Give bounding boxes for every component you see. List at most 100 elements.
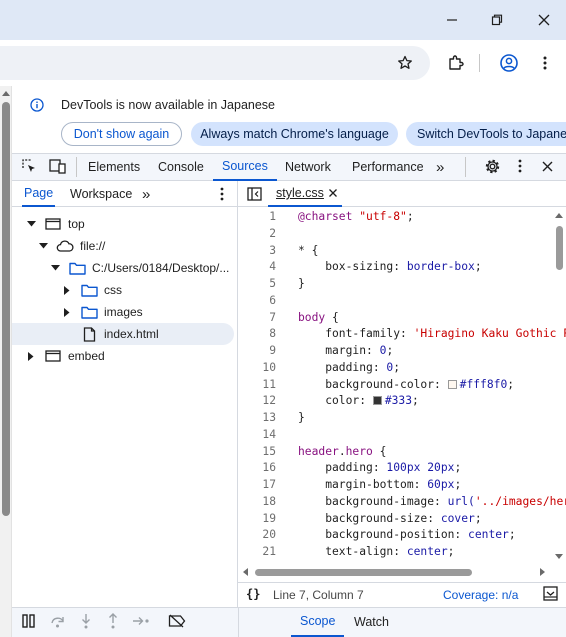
dont-show-again-button[interactable]: Don't show again — [61, 122, 182, 146]
bookmark-star-button[interactable] — [391, 49, 419, 77]
step-into-icon[interactable] — [79, 613, 93, 629]
more-tabs-button[interactable]: » — [436, 153, 444, 181]
code-line[interactable]: background-image: url('../images/hero.jp… — [298, 495, 566, 508]
coverage-link[interactable]: Coverage: n/a — [443, 588, 518, 602]
code-line[interactable]: margin-bottom: 60px; — [298, 478, 461, 491]
tree-item[interactable]: top — [12, 213, 234, 235]
tab-page[interactable]: Page — [22, 181, 56, 207]
step-over-icon[interactable] — [50, 614, 66, 628]
chrome-menu-button[interactable] — [531, 49, 559, 77]
file-tree: top file:// C:/Users/0184/Desktop/... css im… — [12, 213, 234, 367]
switch-to-japanese-button[interactable]: Switch DevTools to Japanese — [406, 122, 566, 146]
tab-sources[interactable]: Sources — [213, 153, 277, 181]
code-token: * { — [298, 243, 319, 257]
code-scroll-down-icon[interactable] — [555, 554, 563, 560]
tab-performance[interactable]: Performance — [352, 153, 424, 181]
address-bar[interactable] — [0, 46, 430, 80]
expanded-arrow-icon[interactable] — [24, 221, 38, 227]
page-scrollbar-thumb[interactable] — [2, 102, 10, 516]
minimize-icon — [447, 19, 457, 21]
tree-item[interactable]: css — [12, 279, 234, 301]
scroll-left-icon[interactable] — [242, 568, 248, 576]
code-token: ; — [393, 360, 401, 374]
line-number: 4 — [269, 260, 276, 274]
close-window-button[interactable] — [522, 0, 566, 40]
always-match-language-button[interactable]: Always match Chrome's language — [191, 122, 398, 146]
tree-item[interactable]: images — [12, 301, 234, 323]
tree-item[interactable]: C:/Users/0184/Desktop/... — [12, 257, 234, 279]
code-token: text-align: — [298, 545, 407, 558]
code-line[interactable]: } — [298, 277, 305, 290]
code-token: center — [406, 545, 448, 558]
code-line[interactable]: header.hero { — [298, 445, 386, 458]
toolbar-divider — [479, 54, 480, 72]
tree-item[interactable]: index.html — [12, 323, 234, 345]
deactivate-breakpoints-icon[interactable] — [168, 614, 186, 628]
code-line[interactable]: * { — [298, 244, 318, 257]
more-navigator-tabs-button[interactable]: » — [142, 181, 150, 207]
tree-item-label: embed — [68, 349, 105, 363]
profile-button[interactable] — [495, 49, 523, 77]
code-token: background-size: — [298, 511, 441, 525]
close-devtools-icon[interactable] — [542, 161, 553, 172]
inspect-element-icon[interactable] — [21, 158, 37, 174]
line-number: 3 — [269, 243, 276, 257]
code-line[interactable]: background-size: cover; — [298, 511, 481, 525]
tab-console[interactable]: Console — [158, 153, 204, 181]
code-line[interactable]: padding: 0; — [298, 361, 400, 374]
collapsed-arrow-icon[interactable] — [24, 351, 38, 361]
devtools-menu-icon[interactable] — [518, 159, 522, 173]
tree-item[interactable]: embed — [12, 345, 234, 367]
expanded-arrow-icon[interactable] — [48, 265, 62, 271]
console-drawer-icon[interactable] — [543, 586, 558, 601]
minimize-button[interactable] — [430, 0, 474, 40]
line-number: 10 — [262, 360, 276, 374]
tab-watch[interactable]: Watch — [354, 607, 389, 637]
editor-tab-style-css[interactable]: style.css — [268, 181, 342, 207]
cursor-position: Line 7, Column 7 — [273, 588, 364, 602]
code-editor[interactable]: 1 @charset "utf-8"; 2 3 * {4 box-sizing: bor… — [238, 210, 566, 565]
toggle-navigator-icon[interactable] — [247, 187, 262, 201]
code-line[interactable]: background-color: #fff8f0; — [298, 378, 514, 391]
tab-elements[interactable]: Elements — [88, 153, 140, 181]
tab-network[interactable]: Network — [285, 153, 331, 181]
code-line[interactable]: } — [298, 411, 305, 424]
scroll-up-arrow-icon[interactable] — [2, 90, 10, 96]
code-line[interactable]: color: #333; — [298, 394, 419, 407]
pause-icon[interactable] — [22, 614, 36, 628]
code-line[interactable]: background-position: center; — [298, 528, 515, 541]
expanded-arrow-icon[interactable] — [36, 243, 50, 249]
kebab-menu-icon — [543, 56, 547, 70]
restore-button[interactable] — [475, 0, 519, 40]
code-scroll-up-icon[interactable] — [555, 212, 563, 218]
step-icon[interactable] — [132, 615, 150, 627]
code-line[interactable]: text-align: center; — [298, 545, 454, 558]
code-line[interactable]: box-sizing: border-box; — [298, 260, 481, 273]
code-line[interactable]: padding: 100px 20px; — [298, 461, 461, 474]
tree-item[interactable]: file:// — [12, 235, 234, 257]
collapsed-arrow-icon[interactable] — [60, 285, 74, 295]
code-line[interactable]: margin: 0; — [298, 344, 393, 357]
account-icon — [500, 54, 518, 72]
device-toolbar-icon[interactable] — [49, 158, 67, 174]
tab-scope[interactable]: Scope — [291, 607, 345, 637]
color-swatch[interactable] — [447, 379, 457, 389]
extensions-button[interactable] — [442, 49, 470, 77]
close-tab-icon[interactable] — [328, 188, 338, 198]
color-swatch[interactable] — [372, 396, 382, 406]
pretty-print-button[interactable]: {} — [246, 587, 260, 601]
code-line[interactable]: font-family: 'Hiragino Kaku Gothic ProN' — [298, 327, 566, 340]
settings-gear-icon[interactable] — [484, 158, 501, 175]
code-token: color: — [298, 394, 373, 408]
code-line[interactable]: body { — [298, 311, 339, 324]
step-out-icon[interactable] — [106, 613, 120, 629]
line-number: 18 — [262, 494, 276, 508]
navigator-menu-icon[interactable] — [220, 187, 224, 201]
code-vertical-scrollbar-thumb[interactable] — [556, 226, 563, 270]
collapsed-arrow-icon[interactable] — [60, 307, 74, 317]
horizontal-scrollbar-thumb[interactable] — [255, 569, 472, 576]
code-line[interactable]: @charset "utf-8"; — [298, 210, 414, 223]
tab-workspace[interactable]: Workspace — [70, 181, 132, 207]
tree-item-label: top — [68, 217, 85, 231]
scroll-right-icon[interactable] — [540, 568, 546, 576]
